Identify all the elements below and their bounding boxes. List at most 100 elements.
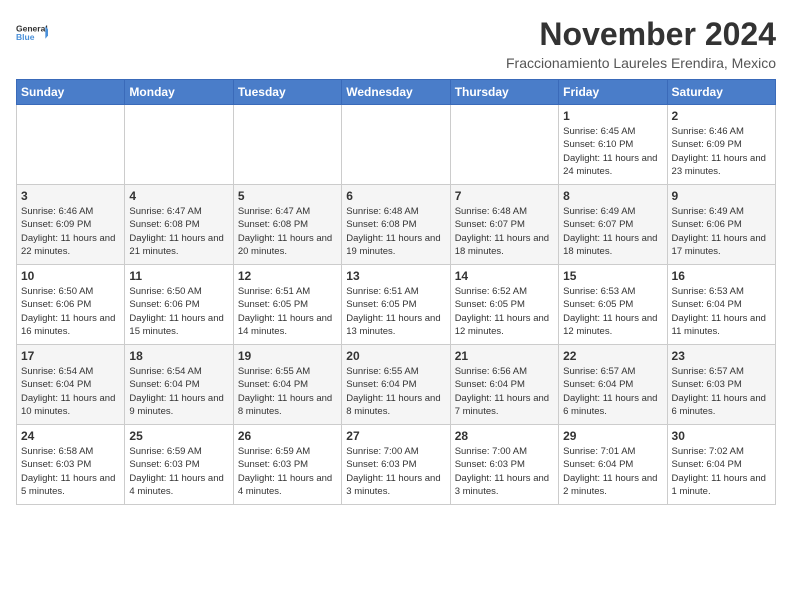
calendar-cell [342,105,450,185]
calendar-cell: 2Sunrise: 6:46 AM Sunset: 6:09 PM Daylig… [667,105,775,185]
day-info: Sunrise: 6:48 AM Sunset: 6:07 PM Dayligh… [455,205,554,258]
day-number: 21 [455,349,554,363]
day-number: 5 [238,189,337,203]
day-number: 22 [563,349,662,363]
title-area: November 2024 Fraccionamiento Laureles E… [506,16,776,71]
day-info: Sunrise: 6:49 AM Sunset: 6:06 PM Dayligh… [672,205,771,258]
logo: General Blue [16,16,48,52]
calendar-cell: 7 Sunrise: 6:48 AM Sunset: 6:07 PM Daylig… [450,185,558,265]
week-row-1: 1 Sunrise: 6:45 AM Sunset: 6:10 PM Daylig… [17,105,776,185]
day-info: Sunrise: 6:59 AM Sunset: 6:03 PM Dayligh… [238,445,337,498]
calendar-cell: 12 Sunrise: 6:51 AM Sunset: 6:05 PM Dayli… [233,265,341,345]
weekday-header-saturday: Saturday [667,80,775,105]
svg-text:Blue: Blue [16,32,35,42]
calendar-cell [17,105,125,185]
day-info: Sunrise: 6:51 AM Sunset: 6:05 PM Dayligh… [238,285,337,338]
calendar-cell: 8 Sunrise: 6:49 AM Sunset: 6:07 PM Daylig… [559,185,667,265]
day-number: 1 [563,109,662,123]
day-number: 3 [21,189,120,203]
day-number: 30 [672,429,771,443]
weekday-header-sunday: Sunday [17,80,125,105]
day-number: 9 [672,189,771,203]
weekday-header-wednesday: Wednesday [342,80,450,105]
calendar-cell: 13 Sunrise: 6:51 AM Sunset: 6:05 PM Dayli… [342,265,450,345]
day-info: Sunrise: 6:57 AM Sunset: 6:03 PM Dayligh… [672,365,771,418]
day-info: Sunrise: 6:51 AM Sunset: 6:05 PM Dayligh… [346,285,445,338]
week-row-3: 10 Sunrise: 6:50 AM Sunset: 6:06 PM Dayli… [17,265,776,345]
calendar-cell: 18 Sunrise: 6:54 AM Sunset: 6:04 PM Dayli… [125,345,233,425]
day-number: 4 [129,189,228,203]
day-info: Sunrise: 6:47 AM Sunset: 6:08 PM Dayligh… [238,205,337,258]
day-info: Sunrise: 6:57 AM Sunset: 6:04 PM Dayligh… [563,365,662,418]
day-number: 28 [455,429,554,443]
day-info: Sunrise: 6:59 AM Sunset: 6:03 PM Dayligh… [129,445,228,498]
day-info: Sunrise: 6:53 AM Sunset: 6:05 PM Dayligh… [563,285,662,338]
calendar-cell: 3 Sunrise: 6:46 AM Sunset: 6:09 PM Daylig… [17,185,125,265]
calendar-cell: 23 Sunrise: 6:57 AM Sunset: 6:03 PM Dayli… [667,345,775,425]
day-info: Sunrise: 6:58 AM Sunset: 6:03 PM Dayligh… [21,445,120,498]
day-info: Sunrise: 6:49 AM Sunset: 6:07 PM Dayligh… [563,205,662,258]
calendar-cell: 29Sunrise: 7:01 AM Sunset: 6:04 PM Dayli… [559,425,667,505]
day-info: Sunrise: 6:47 AM Sunset: 6:08 PM Dayligh… [129,205,228,258]
day-number: 25 [129,429,228,443]
day-number: 6 [346,189,445,203]
calendar-cell: 25 Sunrise: 6:59 AM Sunset: 6:03 PM Dayli… [125,425,233,505]
day-number: 12 [238,269,337,283]
calendar-table: SundayMondayTuesdayWednesdayThursdayFrid… [16,79,776,505]
calendar-cell: 1 Sunrise: 6:45 AM Sunset: 6:10 PM Daylig… [559,105,667,185]
day-info: Sunrise: 6:50 AM Sunset: 6:06 PM Dayligh… [129,285,228,338]
weekday-header-monday: Monday [125,80,233,105]
calendar-cell: 24Sunrise: 6:58 AM Sunset: 6:03 PM Dayli… [17,425,125,505]
calendar-cell [450,105,558,185]
week-row-4: 17 Sunrise: 6:54 AM Sunset: 6:04 PM Dayli… [17,345,776,425]
day-number: 18 [129,349,228,363]
weekday-header-friday: Friday [559,80,667,105]
day-number: 16 [672,269,771,283]
weekday-header-row: SundayMondayTuesdayWednesdayThursdayFrid… [17,80,776,105]
calendar-cell: 27 Sunrise: 7:00 AM Sunset: 6:03 PM Dayli… [342,425,450,505]
day-info: Sunrise: 7:00 AM Sunset: 6:03 PM Dayligh… [346,445,445,498]
week-row-2: 3 Sunrise: 6:46 AM Sunset: 6:09 PM Daylig… [17,185,776,265]
calendar-cell: 26Sunrise: 6:59 AM Sunset: 6:03 PM Dayli… [233,425,341,505]
day-info: Sunrise: 6:46 AM Sunset: 6:09 PM Dayligh… [21,205,120,258]
calendar-cell: 15Sunrise: 6:53 AM Sunset: 6:05 PM Dayli… [559,265,667,345]
day-info: Sunrise: 6:55 AM Sunset: 6:04 PM Dayligh… [238,365,337,418]
day-number: 17 [21,349,120,363]
day-info: Sunrise: 6:48 AM Sunset: 6:08 PM Dayligh… [346,205,445,258]
month-title: November 2024 [506,16,776,53]
day-number: 19 [238,349,337,363]
location-subtitle: Fraccionamiento Laureles Erendira, Mexic… [506,55,776,71]
day-number: 20 [346,349,445,363]
day-info: Sunrise: 6:46 AM Sunset: 6:09 PM Dayligh… [672,125,771,178]
calendar-cell: 14Sunrise: 6:52 AM Sunset: 6:05 PM Dayli… [450,265,558,345]
header: General Blue November 2024 Fraccionamien… [16,16,776,71]
calendar-cell: 30Sunrise: 7:02 AM Sunset: 6:04 PM Dayli… [667,425,775,505]
day-info: Sunrise: 6:54 AM Sunset: 6:04 PM Dayligh… [129,365,228,418]
calendar-cell: 19 Sunrise: 6:55 AM Sunset: 6:04 PM Dayli… [233,345,341,425]
day-info: Sunrise: 6:53 AM Sunset: 6:04 PM Dayligh… [672,285,771,338]
day-number: 29 [563,429,662,443]
day-number: 8 [563,189,662,203]
weekday-header-tuesday: Tuesday [233,80,341,105]
logo-svg: General Blue [16,16,48,52]
day-number: 14 [455,269,554,283]
calendar-cell: 10 Sunrise: 6:50 AM Sunset: 6:06 PM Dayli… [17,265,125,345]
calendar-cell: 6 Sunrise: 6:48 AM Sunset: 6:08 PM Daylig… [342,185,450,265]
calendar-cell: 11Sunrise: 6:50 AM Sunset: 6:06 PM Dayli… [125,265,233,345]
day-number: 7 [455,189,554,203]
day-info: Sunrise: 6:50 AM Sunset: 6:06 PM Dayligh… [21,285,120,338]
day-info: Sunrise: 6:55 AM Sunset: 6:04 PM Dayligh… [346,365,445,418]
weekday-header-thursday: Thursday [450,80,558,105]
calendar-cell: 17Sunrise: 6:54 AM Sunset: 6:04 PM Dayli… [17,345,125,425]
calendar-cell: 16 Sunrise: 6:53 AM Sunset: 6:04 PM Dayli… [667,265,775,345]
day-number: 23 [672,349,771,363]
day-number: 13 [346,269,445,283]
day-number: 27 [346,429,445,443]
day-info: Sunrise: 6:56 AM Sunset: 6:04 PM Dayligh… [455,365,554,418]
day-number: 10 [21,269,120,283]
day-info: Sunrise: 6:45 AM Sunset: 6:10 PM Dayligh… [563,125,662,178]
calendar-cell: 21 Sunrise: 6:56 AM Sunset: 6:04 PM Dayli… [450,345,558,425]
calendar-cell: 22 Sunrise: 6:57 AM Sunset: 6:04 PM Dayli… [559,345,667,425]
calendar-cell: 9 Sunrise: 6:49 AM Sunset: 6:06 PM Daylig… [667,185,775,265]
calendar-cell: 28Sunrise: 7:00 AM Sunset: 6:03 PM Dayli… [450,425,558,505]
